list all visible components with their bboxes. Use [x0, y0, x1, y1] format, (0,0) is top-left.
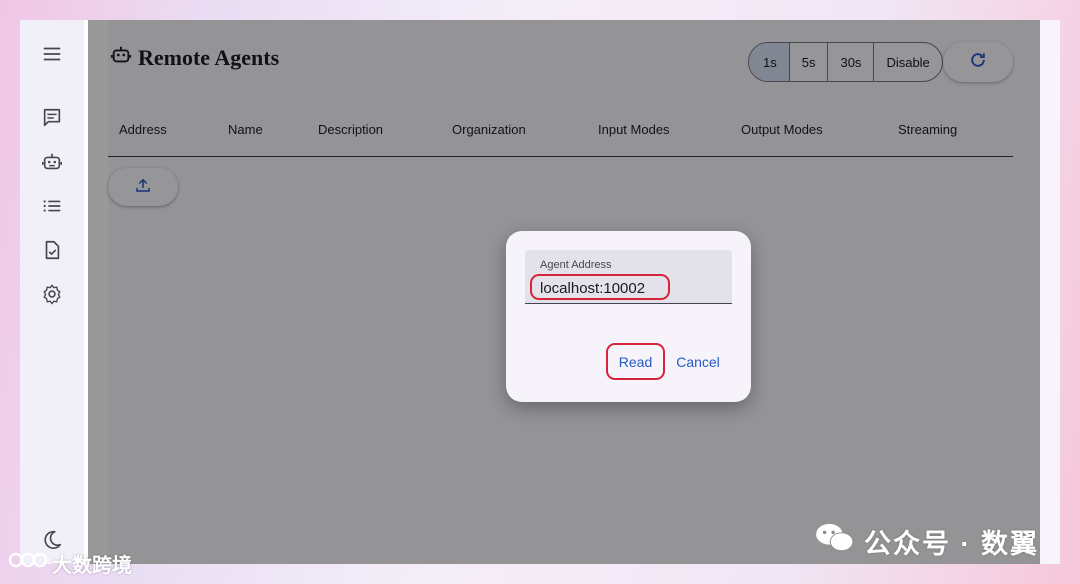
corner-logo-icon [8, 548, 48, 578]
read-button[interactable]: Read [606, 343, 665, 380]
task-check-icon[interactable] [40, 238, 64, 262]
wechat-logo-icon [814, 521, 856, 562]
menu-icon[interactable] [40, 42, 64, 66]
corner-watermark: 大数跨境 [8, 548, 132, 578]
corner-watermark-text: 大数跨境 [52, 554, 132, 577]
settings-gear-icon[interactable] [40, 282, 64, 306]
sidebar [20, 20, 84, 564]
agent-address-label: Agent Address [540, 259, 612, 271]
cancel-button[interactable]: Cancel [672, 343, 724, 380]
wechat-watermark: 公众号 · 数翼 [814, 523, 1039, 559]
agent-address-dialog: Agent Address Read Cancel [506, 231, 751, 402]
wechat-account-text: 公众号 · 数翼 [864, 528, 1039, 559]
chat-icon[interactable] [40, 106, 64, 130]
list-icon[interactable] [40, 194, 64, 218]
agent-address-input[interactable] [530, 274, 670, 300]
robot-icon[interactable] [40, 150, 64, 174]
agent-address-field[interactable]: Agent Address [525, 250, 732, 304]
